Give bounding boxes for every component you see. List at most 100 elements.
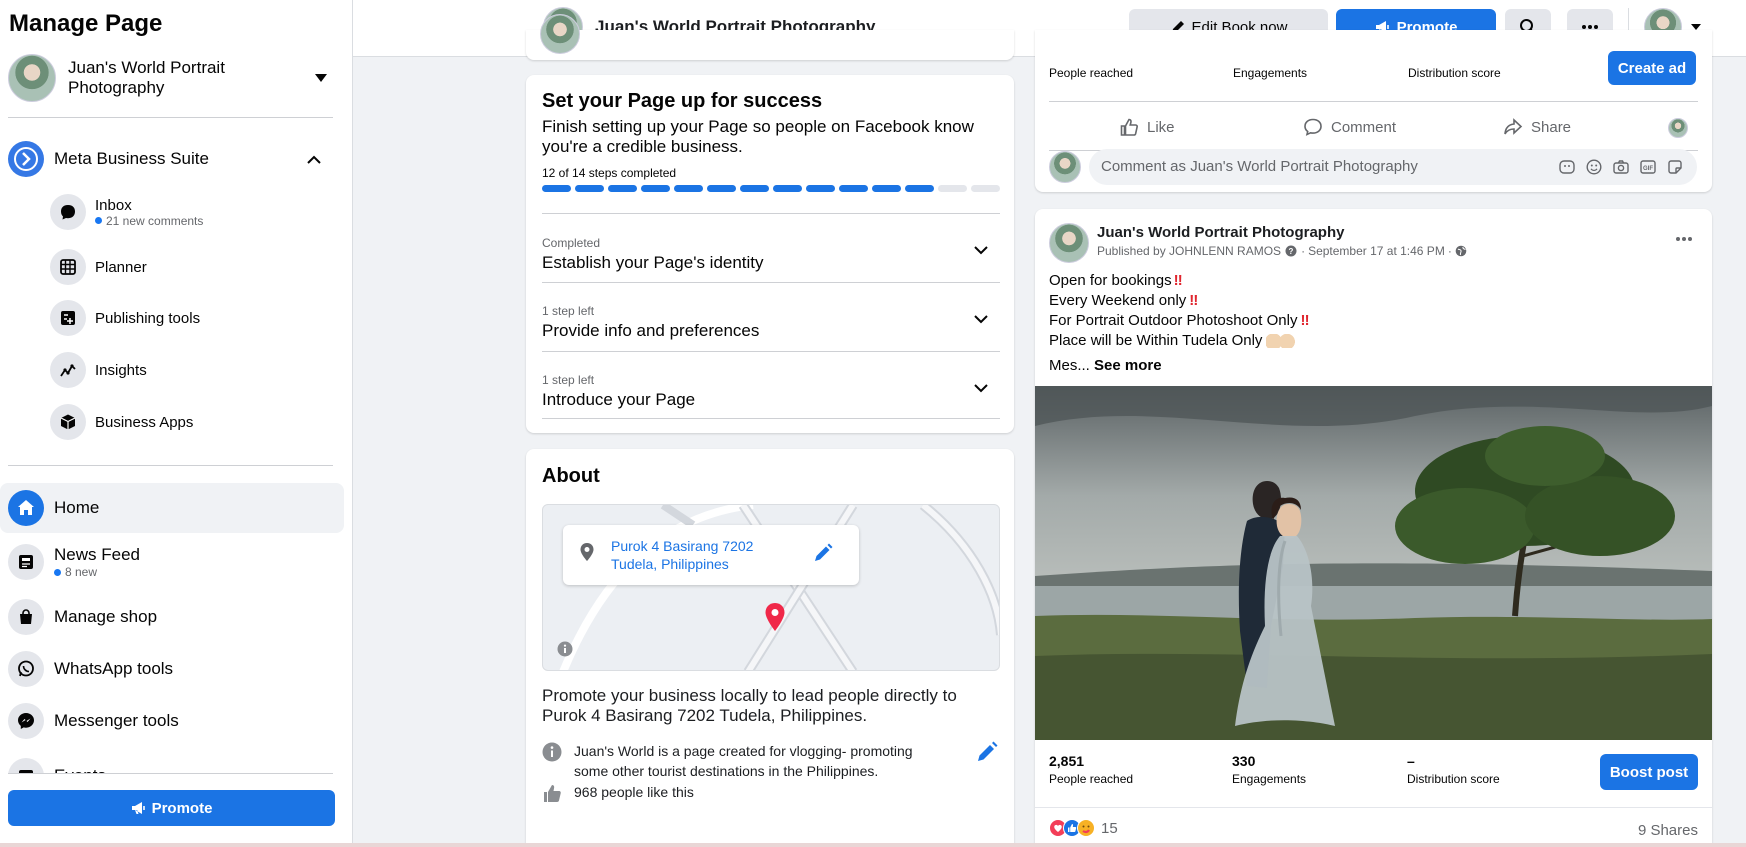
- chevron-up-icon[interactable]: [307, 155, 321, 164]
- shopping-bag-icon: [8, 599, 44, 635]
- progress-segment: [542, 185, 571, 192]
- sidebar-item-inbox[interactable]: Inbox 21 new comments: [50, 192, 330, 232]
- caret-down-icon[interactable]: [314, 73, 328, 83]
- chevron-down-icon[interactable]: [974, 315, 988, 324]
- post-line-text: Open for bookings: [1049, 272, 1172, 289]
- reactions-summary[interactable]: 15: [1049, 819, 1118, 837]
- post-options-icon[interactable]: [1675, 236, 1693, 242]
- boost-post-button[interactable]: Boost post: [1600, 754, 1698, 790]
- create-ad-button[interactable]: Create ad: [1608, 51, 1696, 85]
- sidebar-item-manage-shop[interactable]: Manage shop: [8, 597, 338, 637]
- separator-dot: ·: [1447, 244, 1452, 258]
- news-feed-note-text: 8 new: [65, 565, 98, 579]
- setup-progress-text: 12 of 14 steps completed: [542, 166, 677, 180]
- see-more-link[interactable]: See more: [1094, 357, 1162, 374]
- step-status: 1 step left: [542, 304, 595, 318]
- step-title: Provide info and preferences: [542, 321, 760, 340]
- like-button[interactable]: Like: [1119, 110, 1175, 144]
- setup-step[interactable]: Completed Establish your Page's identity: [542, 213, 1000, 281]
- svg-text:GIF: GIF: [1643, 166, 1653, 172]
- map-address-line1[interactable]: Purok 4 Basirang 7202: [611, 538, 753, 554]
- edit-pencil-icon[interactable]: [813, 543, 833, 563]
- blue-dot-icon: [95, 217, 102, 224]
- setup-description: Finish setting up your Page so people on…: [542, 117, 974, 156]
- sidebar-item-label: Insights: [95, 361, 147, 379]
- sidebar-item-messenger-tools[interactable]: Messenger tools: [8, 701, 338, 741]
- map-marker-icon: [765, 603, 785, 631]
- post-distribution-label: Distribution score: [1407, 772, 1500, 786]
- location-pin-icon: [580, 543, 594, 561]
- sidebar-item-label: Business Apps: [95, 413, 194, 431]
- sidebar-item-label: News Feed: [54, 545, 140, 564]
- edit-pencil-icon[interactable]: [976, 741, 998, 763]
- share-as-avatar[interactable]: [1668, 118, 1688, 138]
- share-label: Share: [1531, 118, 1572, 136]
- meta-business-suite-header[interactable]: Meta Business Suite: [8, 140, 333, 178]
- page-avatar: [540, 14, 580, 54]
- share-button[interactable]: Share: [1503, 110, 1571, 144]
- sidebar-item-events[interactable]: Events: [8, 756, 352, 774]
- sidebar-item-label: WhatsApp tools: [54, 659, 174, 678]
- chevron-down-icon[interactable]: [974, 246, 988, 255]
- double-exclamation-emoji: ‼: [1300, 312, 1310, 329]
- post-line: Place will be Within Tudela Only: [1049, 331, 1310, 351]
- post-card: Juan's World Portrait Photography Publis…: [1035, 209, 1712, 847]
- post-reached-label: People reached: [1049, 772, 1134, 786]
- comment-tools: GIF: [1559, 159, 1683, 175]
- emoji-icon[interactable]: [1586, 159, 1602, 175]
- create-ad-label: Create ad: [1617, 59, 1687, 77]
- commenter-avatar: [1049, 151, 1081, 183]
- page-switcher[interactable]: Juan's World Portrait Photography: [8, 52, 336, 104]
- sidebar-item-business-apps[interactable]: Business Apps: [50, 402, 330, 442]
- comment-input[interactable]: Comment as Juan's World Portrait Photogr…: [1089, 149, 1697, 185]
- sticker-icon[interactable]: [1667, 159, 1683, 175]
- sidebar-item-insights[interactable]: Insights: [50, 350, 330, 390]
- sidebar-item-home[interactable]: Home: [0, 483, 344, 533]
- about-description: Juan's World is a page created for vlogg…: [574, 743, 913, 779]
- cube-icon: [50, 404, 86, 440]
- sidebar-item-whatsapp-tools[interactable]: WhatsApp tools: [8, 649, 338, 689]
- inbox-notification: 21 new comments: [95, 214, 203, 228]
- chevron-down-icon[interactable]: [974, 384, 988, 393]
- map-address-line2[interactable]: Tudela, Philippines: [611, 556, 729, 572]
- map-info-icon[interactable]: [557, 641, 573, 657]
- blue-dot-icon: [54, 568, 61, 576]
- sidebar-promote-button[interactable]: Promote: [8, 790, 335, 826]
- post-author-name[interactable]: Juan's World Portrait Photography: [1097, 224, 1344, 241]
- post-photo[interactable]: [1035, 386, 1712, 740]
- about-card: About Purok 4 Basirang 7202 Tudela, Phil…: [526, 449, 1014, 847]
- news-feed-notification: 8 new: [54, 565, 140, 579]
- sidebar-item-publishing-tools[interactable]: Publishing tools: [50, 298, 330, 338]
- progress-segment: [938, 185, 967, 192]
- help-question-icon[interactable]: ?: [1285, 245, 1297, 257]
- sidebar-item-news-feed[interactable]: News Feed 8 new: [8, 540, 338, 584]
- sidebar-scroll-clip: Events: [0, 752, 352, 774]
- comment-label: Comment: [1331, 118, 1397, 136]
- progress-segment: [839, 185, 868, 192]
- post-published-by[interactable]: Published by JOHNLENN RAMOS: [1097, 244, 1281, 258]
- svg-text:?: ?: [1289, 247, 1294, 256]
- insights-graph-icon: [50, 352, 86, 388]
- post-divider: [1035, 807, 1712, 808]
- chat-bubble-icon: [50, 194, 86, 230]
- post-reached-value: 2,851: [1049, 753, 1085, 769]
- post-date[interactable]: September 17 at 1:46 PM: [1308, 244, 1445, 258]
- avatar-sticker-icon[interactable]: [1559, 159, 1575, 175]
- messenger-icon: [8, 703, 44, 739]
- setup-step[interactable]: 1 step left Provide info and preferences: [542, 282, 1000, 350]
- post-truncated-text: Mes...: [1049, 357, 1090, 374]
- setup-step[interactable]: 1 step left Introduce your Page: [542, 351, 1000, 419]
- sidebar-title: Manage Page: [9, 10, 163, 37]
- progress-segment: [905, 185, 934, 192]
- sidebar-item-label: Manage shop: [54, 607, 158, 626]
- step-title: Introduce your Page: [542, 390, 696, 409]
- location-map[interactable]: Purok 4 Basirang 7202 Tudela, Philippine…: [542, 504, 1000, 671]
- post-author-avatar[interactable]: [1049, 223, 1089, 263]
- gif-icon[interactable]: GIF: [1640, 159, 1656, 175]
- comment-button[interactable]: Comment: [1303, 110, 1396, 144]
- camera-icon[interactable]: [1613, 159, 1629, 175]
- boost-post-label: Boost post: [1609, 763, 1689, 781]
- sidebar-item-planner[interactable]: Planner: [50, 247, 330, 287]
- left-sidebar: Manage Page Juan's World Portrait Photog…: [0, 0, 353, 847]
- shares-count[interactable]: 9 Shares: [1605, 822, 1698, 839]
